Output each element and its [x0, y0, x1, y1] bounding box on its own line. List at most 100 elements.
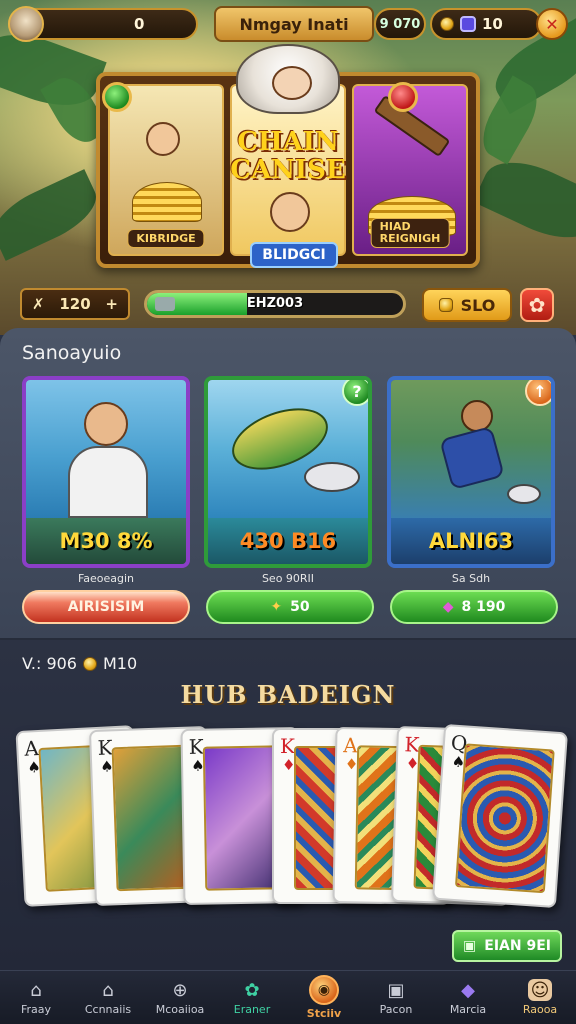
claim-label: EIAN 9EI [484, 938, 551, 954]
nav-item-camera[interactable]: ▣ Pacon [360, 971, 432, 1024]
claim-button[interactable]: ▣ EIAN 9EI [452, 930, 562, 962]
emerald-icon [102, 82, 132, 112]
energy-value: 120 [59, 295, 91, 313]
nav-item-globe[interactable]: ⊕ Mcoaiioa [144, 971, 216, 1024]
player-avatar[interactable] [8, 6, 44, 42]
fisherman-art [26, 380, 186, 518]
card-rank: K [97, 735, 113, 760]
plus-icon[interactable]: + [105, 295, 118, 313]
runner-art [391, 380, 551, 518]
runner-body-icon [439, 425, 505, 491]
fish-art [208, 380, 368, 518]
runner-face-icon [461, 400, 493, 432]
nav-label: Pacon [379, 1003, 413, 1016]
gem-icon: ◆ [442, 599, 454, 615]
slot-subtitle-badge: BLIDGCI [250, 242, 338, 268]
coin-icon [440, 17, 454, 31]
fisherman-face-icon [84, 402, 128, 446]
wallet-prefix: V.: 906 [22, 654, 77, 673]
lion-icon: ✦ [270, 599, 283, 615]
coins-pill: 9 070 [374, 8, 426, 40]
wallet-readout: V.: 906 M10 [22, 654, 137, 673]
coin-pile-icon [132, 182, 202, 222]
offer-price: M30 8% [26, 518, 186, 564]
home-icon: ⌂ [30, 979, 42, 1001]
gems-pill[interactable]: 10 [430, 8, 542, 40]
nav-label: Mcoaiioa [155, 1003, 205, 1016]
slot-title: CHAIN CANISE [230, 127, 346, 185]
chest-icon [438, 298, 453, 312]
offer-card-runner[interactable]: ↑ ALNI63 [387, 376, 555, 568]
offer-price: 430 B16 [208, 518, 368, 564]
progress-label: EHZ003 [246, 296, 304, 311]
coin-icon [82, 656, 97, 671]
card-rank: A [343, 733, 358, 758]
lure-icon [304, 462, 360, 492]
offer-caption: Faeoeagin [77, 572, 135, 585]
offer-buy-button[interactable]: ✦ 50 [206, 590, 374, 624]
pickaxe-icon: ✗ [32, 295, 45, 313]
hub-title: HUB BADEIGN [180, 680, 396, 709]
coins-value: 9 070 [379, 16, 421, 32]
buy-label: 8 190 [461, 599, 506, 615]
nav-label: Marcia [449, 1003, 487, 1016]
ghost-king-icon [236, 44, 340, 114]
reel-left-tag: KIBRIDGE [127, 229, 205, 248]
slo-label: SLO [460, 295, 496, 315]
buy-label: 50 [290, 599, 310, 615]
nav-label: Raooa [522, 1003, 558, 1016]
offer-buy-button[interactable]: ◆ 8 190 [390, 590, 558, 624]
gem-icon: ◆ [461, 979, 475, 1001]
camera-icon: ▣ [387, 979, 405, 1001]
slo-button[interactable]: SLO [422, 288, 512, 322]
nav-label: Eraner [233, 1003, 271, 1016]
nav-item-gear[interactable]: ✿ Eraner [216, 971, 288, 1024]
nav-label: Stciiv [306, 1007, 342, 1020]
offer-caption: Seo 90RII [261, 572, 315, 585]
bowl-icon: ◉ [309, 975, 339, 1005]
nav-item-building[interactable]: ⌂ Ccnnaiis [72, 971, 144, 1024]
close-icon: ✕ [545, 14, 559, 34]
offer-buy-button[interactable]: AIRISISIM [22, 590, 190, 624]
card-rank: K [188, 734, 204, 759]
disc-icon [507, 484, 541, 504]
queen-pattern-art [454, 743, 555, 894]
bottom-nav: ⌂ Fraay ⌂ Ccnnaiis ⊕ Mcoaiioa ✿ Eraner ◉… [0, 970, 576, 1024]
nav-item-home[interactable]: ⌂ Fraay [0, 971, 72, 1024]
nav-label: Ccnnaiis [84, 1003, 132, 1016]
player-currency-pill[interactable]: 0 [8, 6, 198, 42]
offer-caption: Sa Sdh [451, 572, 491, 585]
ruby-icon [388, 82, 418, 112]
settings-button[interactable]: ✿ [520, 288, 554, 322]
reel-left: KIBRIDGE [108, 84, 224, 256]
hero-icon [270, 192, 310, 232]
offer-card-fisherman[interactable]: M30 8% [22, 376, 190, 568]
nav-item-bowl[interactable]: ◉ Stciiv [288, 971, 360, 1024]
card-rank: A [23, 736, 40, 761]
section-title: Sanoayuio [22, 342, 122, 364]
help-badge[interactable]: ? [342, 380, 368, 406]
gear-icon: ✿ [528, 293, 546, 317]
reel-right-tag: HIAD REIGNIGH [370, 218, 450, 248]
fisherman-body-icon [68, 446, 148, 518]
cash-icon: ▣ [463, 938, 477, 954]
offer-card-fish[interactable]: ? 430 B16 [204, 376, 372, 568]
cat-icon: ☺ [528, 979, 552, 1001]
nav-item-cat[interactable]: ☺ Raooa [504, 971, 576, 1024]
energy-counter[interactable]: ✗ 120 + [20, 288, 130, 320]
close-button[interactable]: ✕ [536, 8, 568, 40]
nav-item-gem[interactable]: ◆ Marcia [432, 971, 504, 1024]
level-progress-bar: EHZ003 [144, 290, 406, 318]
playing-card[interactable]: Q ♠ [432, 723, 568, 909]
building-icon: ⌂ [102, 979, 114, 1001]
explorer-icon [146, 122, 180, 156]
upgrade-badge[interactable]: ↑ [525, 380, 551, 406]
globe-icon: ⊕ [172, 979, 188, 1001]
card-rank: K [280, 734, 295, 758]
buy-label: AIRISISIM [67, 599, 145, 615]
wallet-suffix: M10 [102, 654, 138, 673]
gem-icon [460, 16, 476, 32]
currency-left-value: 0 [134, 15, 145, 33]
status-bar: ✗ 120 + EHZ003 SLO ✿ [0, 286, 576, 326]
player-name-banner: Nmgay Inati [214, 6, 374, 42]
